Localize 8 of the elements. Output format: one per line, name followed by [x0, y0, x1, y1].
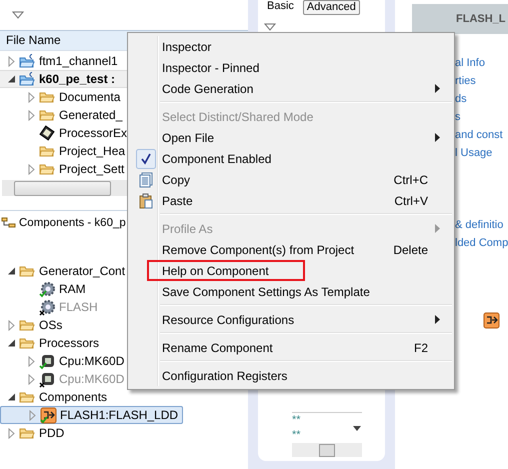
- page-header: FLASH_L: [412, 4, 508, 34]
- code-line: **: [292, 413, 302, 428]
- view-title: Components - k60_p: [19, 217, 126, 229]
- shortcut-label: Ctrl+V: [394, 194, 428, 208]
- shortcut-label: Ctrl+C: [394, 172, 428, 186]
- code-line: **: [292, 428, 302, 443]
- shortcut-label: Delete: [393, 242, 428, 256]
- shortcut-label: F2: [414, 340, 428, 354]
